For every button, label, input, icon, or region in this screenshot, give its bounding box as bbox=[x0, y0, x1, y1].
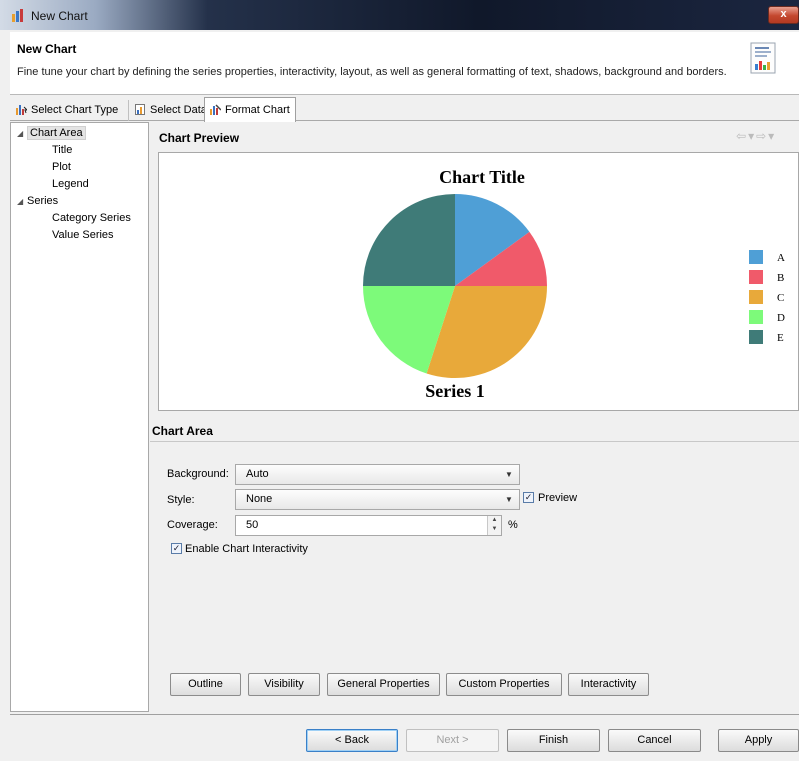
window-titlebar[interactable]: New Chart x bbox=[0, 0, 799, 30]
chart-area-section-title: Chart Area bbox=[152, 424, 213, 438]
tab-select-data[interactable]: Select Data bbox=[128, 100, 211, 121]
chart-preview-title: Chart Preview bbox=[159, 131, 240, 145]
style-value: None bbox=[246, 493, 273, 505]
background-label: Background: bbox=[167, 468, 229, 480]
tree-item-label: Series bbox=[27, 195, 59, 207]
bottom-separator bbox=[10, 714, 799, 715]
legend-label-b: B bbox=[777, 272, 784, 284]
finish-button[interactable]: Finish bbox=[507, 729, 600, 752]
tree-item-value-series[interactable]: Value Series bbox=[52, 228, 114, 242]
chart-preview-header: Chart Preview ⇦▾⇨▾ bbox=[152, 124, 799, 150]
tab-label: Select Data bbox=[150, 104, 207, 116]
tree-item-legend[interactable]: Legend bbox=[52, 177, 89, 191]
apply-button[interactable]: Apply bbox=[718, 729, 799, 752]
coverage-spinner[interactable]: 50 ▲ ▼ bbox=[235, 515, 502, 536]
close-button[interactable]: x bbox=[768, 6, 799, 24]
legend-swatch-a bbox=[749, 250, 763, 264]
back-arrow-icon[interactable]: ⇦ bbox=[736, 129, 748, 143]
chevron-down-icon[interactable]: ▼ bbox=[502, 492, 516, 507]
format-tree: ◢ Chart Area Title Plot Legend ◢ Series Ca… bbox=[10, 122, 149, 712]
interactivity-button[interactable]: Interactivity bbox=[568, 673, 649, 696]
outline-button[interactable]: Outline bbox=[170, 673, 241, 696]
chart-wizard-icon bbox=[750, 42, 776, 74]
format-chart-icon bbox=[210, 104, 221, 115]
chart-legend: ABCDE bbox=[749, 250, 785, 344]
header-title: New Chart bbox=[17, 42, 77, 56]
dropdown-arrow-icon[interactable]: ▾ bbox=[768, 129, 776, 143]
chart-type-icon bbox=[16, 105, 27, 115]
back-button[interactable]: < Back bbox=[306, 729, 398, 752]
coverage-unit: % bbox=[508, 519, 518, 531]
chart-series-label: Series 1 bbox=[425, 381, 484, 401]
tab-format-chart[interactable]: Format Chart bbox=[204, 97, 296, 122]
forward-arrow-icon[interactable]: ⇨ bbox=[756, 129, 768, 143]
window-title: New Chart bbox=[31, 9, 88, 23]
background-dropdown[interactable]: Auto ▼ bbox=[235, 464, 520, 485]
legend-label-a: A bbox=[777, 252, 785, 264]
style-dropdown[interactable]: None ▼ bbox=[235, 489, 520, 510]
custom-properties-button[interactable]: Custom Properties bbox=[446, 673, 562, 696]
tree-item-plot[interactable]: Plot bbox=[52, 160, 71, 174]
preview-label: Preview bbox=[538, 492, 578, 504]
coverage-value: 50 bbox=[246, 519, 259, 531]
next-button[interactable]: Next > bbox=[406, 729, 499, 752]
spinner-arrows-icon[interactable]: ▲ ▼ bbox=[487, 516, 501, 535]
visibility-button[interactable]: Visibility bbox=[248, 673, 320, 696]
pie-slice-e bbox=[363, 194, 455, 286]
expand-arrow-icon[interactable]: ◢ bbox=[17, 127, 27, 141]
legend-swatch-d bbox=[749, 310, 763, 324]
tree-item-chart-area[interactable]: ◢ Chart Area bbox=[17, 126, 86, 141]
legend-label-e: E bbox=[777, 332, 784, 344]
chevron-down-icon[interactable]: ▼ bbox=[502, 467, 516, 482]
tree-item-series[interactable]: ◢ Series bbox=[17, 194, 58, 209]
enable-interactivity-checkbox[interactable]: ✓ bbox=[171, 543, 182, 554]
coverage-label: Coverage: bbox=[167, 519, 218, 531]
pie-chart: Chart Title Series 1 ABCDE bbox=[363, 167, 785, 401]
data-icon bbox=[135, 104, 145, 115]
wizard-tabs: Select Chart Type Select Data Format Cha… bbox=[10, 97, 799, 122]
chart-app-icon bbox=[12, 9, 23, 22]
chart-preview: Chart Title Series 1 ABCDE bbox=[158, 152, 799, 411]
tab-label: Format Chart bbox=[225, 104, 290, 116]
style-label: Style: bbox=[167, 494, 195, 506]
dropdown-arrow-icon[interactable]: ▾ bbox=[748, 129, 756, 143]
general-properties-button[interactable]: General Properties bbox=[327, 673, 440, 696]
cancel-button[interactable]: Cancel bbox=[608, 729, 701, 752]
section-divider bbox=[150, 441, 799, 442]
preview-checkbox[interactable]: ✓ bbox=[523, 492, 534, 503]
background-value: Auto bbox=[246, 468, 269, 480]
header-description: Fine tune your chart by defining the ser… bbox=[17, 66, 727, 78]
legend-label-c: C bbox=[777, 292, 784, 304]
tree-item-title[interactable]: Title bbox=[52, 143, 72, 157]
chart-title: Chart Title bbox=[439, 167, 525, 187]
wizard-header: New Chart Fine tune your chart by defini… bbox=[10, 32, 799, 95]
tree-item-label: Chart Area bbox=[27, 126, 86, 140]
tab-select-chart-type[interactable]: Select Chart Type bbox=[12, 100, 122, 121]
preview-navigation[interactable]: ⇦▾⇨▾ bbox=[736, 129, 776, 143]
expand-arrow-icon[interactable]: ◢ bbox=[17, 195, 27, 209]
legend-swatch-e bbox=[749, 330, 763, 344]
enable-interactivity-label: Enable Chart Interactivity bbox=[185, 543, 308, 555]
tree-item-category-series[interactable]: Category Series bbox=[52, 211, 131, 225]
legend-label-d: D bbox=[777, 312, 785, 324]
legend-swatch-b bbox=[749, 270, 763, 284]
tab-label: Select Chart Type bbox=[31, 104, 119, 116]
legend-swatch-c bbox=[749, 290, 763, 304]
